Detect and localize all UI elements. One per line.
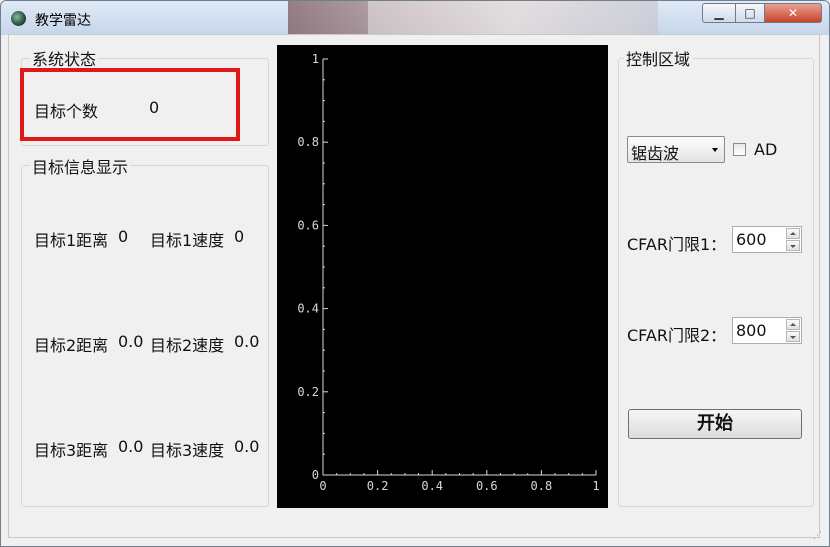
plot-svg: 0 0.2 0.4 0.6 0.8 1 0 0.2 0.4 0.6 0.8 1 [297, 52, 599, 493]
target3-speed-value: 0.0 [234, 437, 260, 456]
x-tick-label: 0.6 [476, 479, 498, 493]
arrow-up-icon [790, 232, 796, 235]
target2-distance-value: 0.0 [118, 332, 144, 351]
arrow-down-icon [790, 336, 796, 339]
target2-distance-label: 目标2距离 [34, 336, 109, 355]
cfar1-value: 600 [736, 230, 767, 249]
resize-grip-icon[interactable]: ⋰ [813, 531, 822, 541]
x-tick-label: 0.4 [421, 479, 443, 493]
target-info-group-title: 目标信息显示 [30, 154, 131, 178]
cfar2-decrement-button[interactable] [786, 331, 800, 342]
target2-speed-value: 0.0 [234, 332, 260, 351]
control-group-title: 控制区域 [624, 46, 693, 70]
cfar1-spinbox[interactable]: 600 [732, 226, 802, 253]
app-icon [11, 11, 26, 26]
target3-distance-label: 目标3距离 [34, 441, 109, 460]
y-tick-label: 0.2 [297, 385, 319, 399]
window-title: 教学雷达 [35, 13, 91, 29]
minimize-button[interactable]: ▁ [702, 3, 736, 23]
cfar2-increment-button[interactable] [786, 319, 800, 330]
y-tick-label: 0 [312, 468, 319, 482]
x-tick-label: 0 [319, 479, 326, 493]
cfar1-label: CFAR门限1： [627, 235, 727, 254]
arrow-up-icon [790, 323, 796, 326]
x-tick-label: 1 [592, 479, 599, 493]
target1-speed-label: 目标1速度 [150, 231, 225, 250]
cfar2-label: CFAR门限2： [627, 326, 727, 345]
highlight-box [20, 68, 240, 141]
x-tick-label: 0.2 [367, 479, 389, 493]
close-button[interactable]: ✕ [764, 3, 822, 23]
x-tick-label: 0.8 [531, 479, 553, 493]
waveform-select[interactable]: 锯齿波 [627, 136, 725, 163]
target3-distance-value: 0.0 [118, 437, 144, 456]
target2-speed-label: 目标2速度 [150, 336, 225, 355]
target1-speed-value: 0 [234, 227, 245, 246]
status-group-title: 系统状态 [30, 46, 99, 70]
target1-distance-label: 目标1距离 [34, 231, 109, 250]
target1-distance-value: 0 [118, 227, 129, 246]
y-tick-label: 0.4 [297, 302, 319, 316]
waveform-select-value: 锯齿波 [631, 144, 680, 163]
control-groupbox [618, 58, 814, 507]
cfar2-spinbox[interactable]: 800 [732, 317, 802, 344]
cfar1-increment-button[interactable] [786, 228, 800, 239]
title-bar[interactable]: 教学雷达 ▁ □ ✕ [1, 1, 829, 35]
start-button[interactable]: 开始 [628, 409, 802, 439]
ad-checkbox[interactable] [733, 143, 746, 156]
cfar1-decrement-button[interactable] [786, 240, 800, 251]
y-tick-label: 1 [312, 52, 319, 66]
y-tick-label: 0.8 [297, 135, 319, 149]
target3-speed-label: 目标3速度 [150, 441, 225, 460]
maximize-button[interactable]: □ [735, 3, 765, 23]
ad-checkbox-label[interactable]: AD [754, 140, 777, 159]
radar-plot[interactable]: 0 0.2 0.4 0.6 0.8 1 0 0.2 0.4 0.6 0.8 1 [277, 45, 608, 508]
arrow-down-icon [790, 245, 796, 248]
chevron-down-icon [712, 148, 718, 152]
y-tick-label: 0.6 [297, 218, 319, 232]
cfar2-value: 800 [736, 321, 767, 340]
